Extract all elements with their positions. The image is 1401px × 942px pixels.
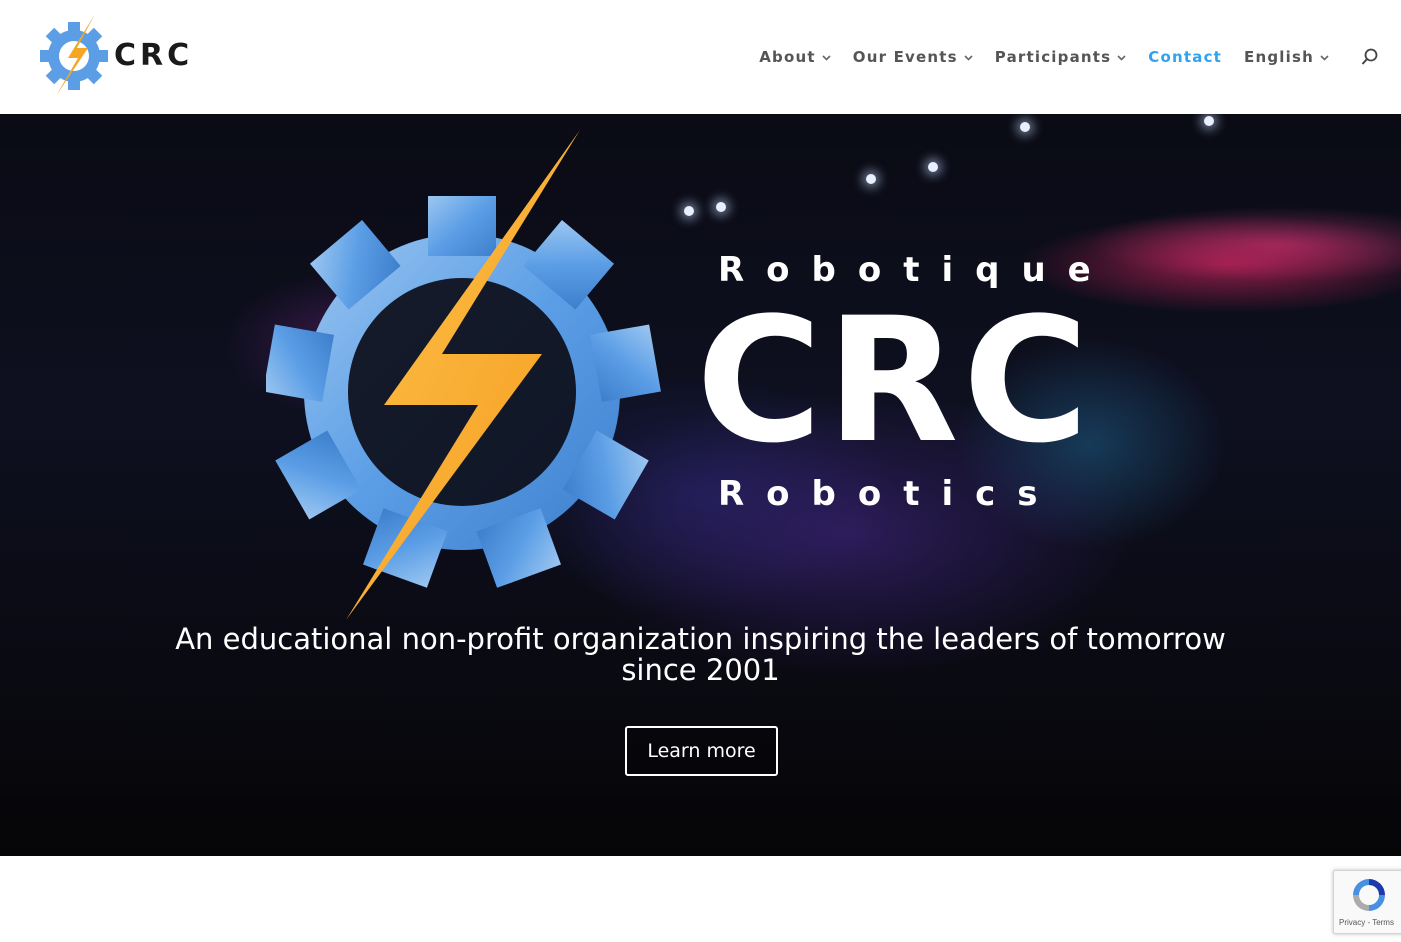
recaptcha-links[interactable]: Privacy - Terms xyxy=(1339,918,1394,927)
stage-light xyxy=(716,202,726,212)
nav-item-contact[interactable]: Contact xyxy=(1148,48,1222,66)
gear-bolt-hero-icon xyxy=(266,130,661,620)
recaptcha-badge[interactable]: Privacy - Terms xyxy=(1333,870,1401,934)
nav-item-label: Our Events xyxy=(852,48,958,66)
nav-item-label: Contact xyxy=(1148,48,1223,66)
stage-light xyxy=(1204,116,1214,126)
nav-item-our-events[interactable]: Our Events xyxy=(853,48,973,66)
nav-item-label: About xyxy=(759,48,816,66)
nav-item-participants[interactable]: Participants xyxy=(995,48,1127,66)
stage-light xyxy=(684,206,694,216)
stage-light xyxy=(928,162,938,172)
nav-item-about[interactable]: About xyxy=(759,48,831,66)
chevron-down-icon xyxy=(1320,50,1329,64)
chevron-down-icon xyxy=(964,50,973,64)
site-header: CRC About Our Events Participants Contac… xyxy=(0,0,1401,114)
hero-tagline: An educational non-profit organization i… xyxy=(175,622,1226,687)
stage-light xyxy=(866,174,876,184)
logo-text: CRC xyxy=(114,37,194,73)
site-logo[interactable]: CRC xyxy=(38,12,198,98)
stage-light xyxy=(1020,122,1030,132)
nav-item-label: English xyxy=(1244,48,1314,66)
recaptcha-icon xyxy=(1353,879,1385,911)
hero-section: Robotique CRC Robotics An educational no… xyxy=(0,114,1401,856)
learn-more-button[interactable]: Learn more xyxy=(625,726,778,776)
nav-item-language[interactable]: English xyxy=(1244,48,1329,66)
hero-crc-title: CRC xyxy=(696,280,1093,481)
chevron-down-icon xyxy=(1117,50,1126,64)
hero-robotics-word: Robotics xyxy=(718,474,1060,514)
search-button[interactable] xyxy=(1359,46,1381,68)
gear-bolt-logo-icon xyxy=(40,14,108,96)
chevron-down-icon xyxy=(822,50,831,64)
search-icon xyxy=(1361,48,1378,65)
main-nav: About Our Events Participants Contact En… xyxy=(759,44,1401,70)
nav-item-label: Participants xyxy=(994,48,1112,66)
